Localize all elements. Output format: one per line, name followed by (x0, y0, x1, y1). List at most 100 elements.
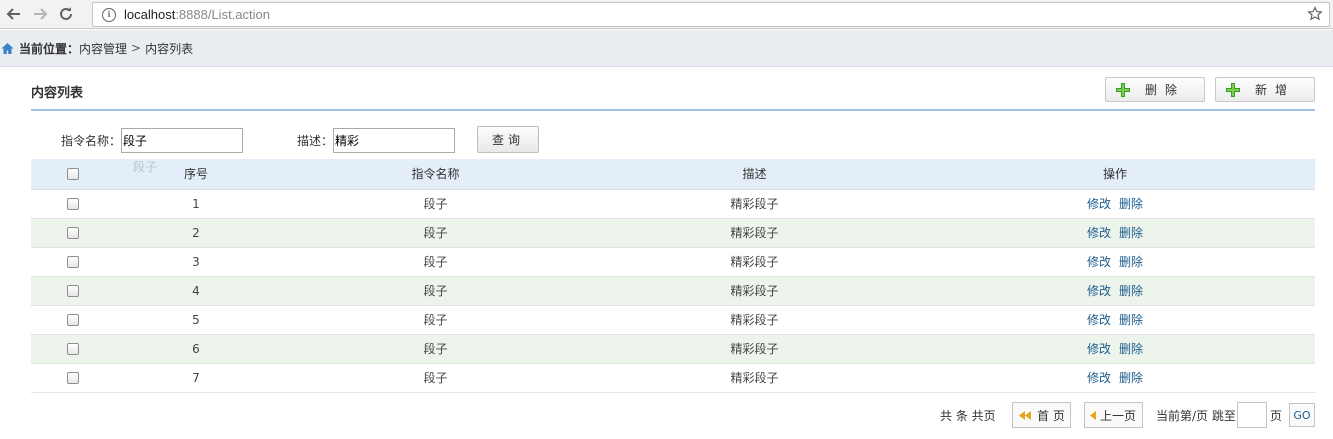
delete-link[interactable]: 删除 (1119, 342, 1143, 356)
browser-toolbar: i localhost:8888/List.action (0, 0, 1333, 29)
url-text[interactable]: localhost:8888/List.action (124, 7, 270, 22)
table-row: 2 段子 精彩段子 修改 删除 (31, 218, 1315, 248)
batch-delete-button[interactable]: 删除 (1105, 77, 1205, 102)
row-checkbox[interactable] (67, 343, 79, 355)
batch-delete-label: 删除 (1145, 83, 1186, 97)
row-no: 1 (115, 189, 277, 219)
row-select-cell (31, 218, 115, 248)
reload-button[interactable] (54, 2, 78, 26)
row-description: 精彩段子 (594, 363, 915, 393)
edit-link[interactable]: 修改 (1087, 197, 1111, 211)
edit-link[interactable]: 修改 (1087, 313, 1111, 327)
plus-icon (1116, 82, 1130, 97)
table-row: 6 段子 精彩段子 修改 删除 (31, 334, 1315, 364)
table-row: 7 段子 精彩段子 修改 删除 (31, 363, 1315, 393)
delete-link[interactable]: 删除 (1119, 284, 1143, 298)
row-no: 4 (115, 276, 277, 306)
add-button[interactable]: 新增 (1215, 77, 1315, 102)
row-checkbox[interactable] (67, 285, 79, 297)
row-select-cell (31, 334, 115, 364)
breadcrumb-item-content-list: 内容列表 (145, 41, 194, 56)
back-button[interactable] (2, 2, 26, 26)
info-icon[interactable]: i (102, 7, 116, 22)
row-command-name: 段子 (277, 189, 594, 219)
row-checkbox[interactable] (67, 372, 79, 384)
delete-link[interactable]: 删除 (1119, 371, 1143, 385)
delete-link[interactable]: 删除 (1119, 313, 1143, 327)
select-all-checkbox[interactable] (67, 168, 79, 181)
row-select-cell (31, 189, 115, 219)
page-title: 内容列表 (31, 86, 84, 101)
table-row: 5 段子 精彩段子 修改 删除 (31, 305, 1315, 335)
row-actions: 修改 删除 (915, 276, 1315, 306)
autocomplete-hint: 段子 (133, 160, 158, 174)
row-select-cell (31, 276, 115, 306)
home-icon (1, 42, 14, 54)
row-description: 精彩段子 (594, 218, 915, 248)
breadcrumb: 当前位置： 内容管理 > 内容列表 (0, 30, 1333, 67)
delete-link[interactable]: 删除 (1119, 197, 1143, 211)
row-description: 精彩段子 (594, 276, 915, 306)
prev-page-button[interactable]: 上一页 (1084, 402, 1143, 428)
breadcrumb-label: 当前位置： (19, 41, 80, 56)
row-no: 7 (115, 363, 277, 393)
forward-button[interactable] (28, 2, 52, 26)
row-actions: 修改 删除 (915, 363, 1315, 393)
row-command-name: 段子 (277, 276, 594, 306)
row-checkbox[interactable] (67, 227, 79, 239)
command-name-label: 指令名称： (61, 134, 122, 148)
url-host: localhost (124, 7, 176, 22)
edit-link[interactable]: 修改 (1087, 342, 1111, 356)
address-bar[interactable]: i localhost:8888/List.action (92, 2, 1330, 27)
first-page-button[interactable]: 首 页 (1012, 402, 1071, 428)
description-input[interactable] (333, 128, 455, 153)
delete-link[interactable]: 删除 (1119, 226, 1143, 240)
content-table: 序号 指令名称 描述 操作 1 段子 精彩段子 修改 删除 2 段子 精彩段子 修改 删除 3 段子精… (31, 159, 1315, 393)
row-actions: 修改 删除 (915, 189, 1315, 219)
edit-link[interactable]: 修改 (1087, 284, 1111, 298)
row-select-cell (31, 363, 115, 393)
forward-arrow-icon (34, 8, 48, 20)
first-page-label: 首 页 (1037, 408, 1065, 423)
prev-page-label: 上一页 (1100, 408, 1137, 423)
go-button[interactable]: GO (1289, 403, 1315, 427)
row-checkbox[interactable] (67, 256, 79, 268)
breadcrumb-separator: > (131, 41, 142, 55)
row-checkbox[interactable] (67, 198, 79, 210)
row-no: 5 (115, 305, 277, 335)
row-actions: 修改 删除 (915, 334, 1315, 364)
row-no: 6 (115, 334, 277, 364)
edit-link[interactable]: 修改 (1087, 371, 1111, 385)
url-path: :8888/List.action (175, 7, 270, 22)
row-command-name: 段子 (277, 305, 594, 335)
row-actions: 修改 删除 (915, 305, 1315, 335)
reload-icon (60, 7, 72, 20)
row-description: 精彩段子 (594, 334, 915, 364)
first-page-icon (1019, 410, 1031, 420)
title-divider (31, 109, 1315, 111)
breadcrumb-item-content-manage[interactable]: 内容管理 (79, 40, 127, 57)
edit-link[interactable]: 修改 (1087, 226, 1111, 240)
column-header-actions: 操作 (915, 159, 1315, 190)
command-name-input[interactable] (121, 128, 243, 153)
row-command-name: 段子 (277, 218, 594, 248)
delete-link[interactable]: 删除 (1119, 255, 1143, 269)
row-checkbox[interactable] (67, 314, 79, 326)
row-actions: 修改 删除 (915, 247, 1315, 277)
table-row: 1 段子 精彩段子 修改 删除 (31, 189, 1315, 219)
edit-link[interactable]: 修改 (1087, 255, 1111, 269)
table-row: 4 段子 精彩段子 修改 删除 (31, 276, 1315, 306)
bookmark-star-icon[interactable] (1307, 6, 1323, 22)
current-page-label: 当前第/页 跳至 (1156, 409, 1236, 423)
query-button[interactable]: 查询 (477, 126, 539, 153)
add-label: 新增 (1255, 83, 1296, 97)
jump-page-input[interactable] (1237, 402, 1267, 428)
row-command-name: 段子 (277, 334, 594, 364)
row-description: 精彩段子 (594, 305, 915, 335)
row-select-cell (31, 305, 115, 335)
column-header-description: 描述 (594, 159, 915, 190)
row-description: 精彩段子 (594, 247, 915, 277)
back-arrow-icon (6, 8, 20, 20)
row-no: 2 (115, 218, 277, 248)
column-header-command: 指令名称 (277, 159, 594, 190)
